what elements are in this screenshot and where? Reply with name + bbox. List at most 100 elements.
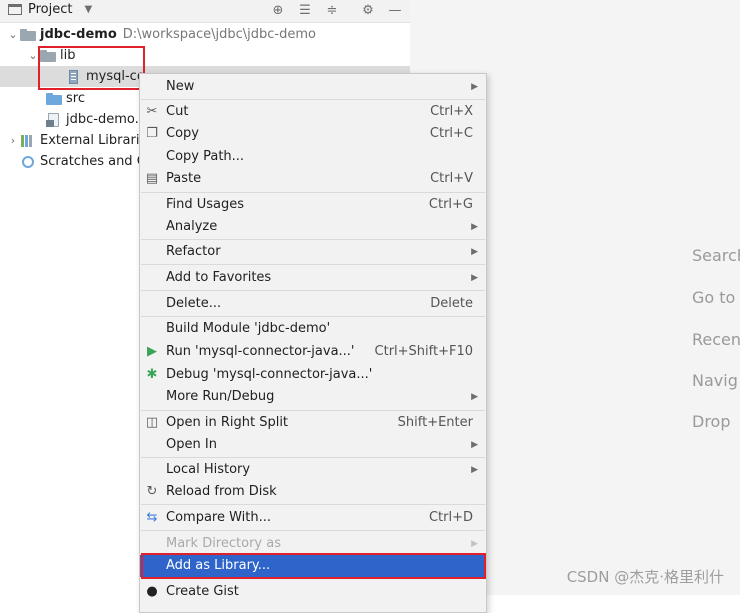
reload-icon: ↻ [146,484,158,499]
menu-item-label: Compare With... [166,510,272,525]
menu-item-build-module[interactable]: Build Module 'jdbc-demo' [140,318,486,340]
split-icon: ◫ [145,415,159,430]
submenu-arrow-icon: ▶ [471,539,478,549]
menu-item-new[interactable]: New ▶ [140,76,486,98]
menu-item-more-run-debug[interactable]: More Run/Debug ▶ [140,386,486,408]
menu-item-label: Add to Favorites [166,270,272,285]
menu-separator [141,316,485,317]
editor-hint: Search [692,246,740,265]
submenu-arrow-icon: ▶ [471,222,478,232]
menu-separator [141,264,485,265]
run-icon: ▶ [147,344,157,359]
project-view-selector[interactable]: Project ▼ [8,2,92,17]
submenu-arrow-icon: ▶ [471,440,478,450]
menu-item-shortcut: Ctrl+C [429,126,473,141]
menu-separator [141,239,485,240]
menu-item-compare-with[interactable]: ⇆ Compare With... Ctrl+D [140,507,486,529]
editor-hint: Go to [692,288,736,307]
minimize-icon[interactable]: — [387,3,403,19]
scissors-icon: ✂ [146,104,158,119]
menu-item-label: Delete... [166,296,222,311]
chevron-right-icon[interactable]: › [6,130,20,151]
menu-item-label: Analyze [166,219,218,234]
annotation-box-add-as-library [141,553,486,579]
menu-separator [141,504,485,505]
menu-item-label: New [166,79,195,94]
menu-item-local-history[interactable]: Local History ▶ [140,459,486,481]
tree-item-src[interactable]: src [46,88,85,109]
tree-item-scratches[interactable]: Scratches and C [20,151,146,172]
menu-item-label: Debug 'mysql-connector-java...' [166,367,373,382]
chevron-down-icon[interactable]: ⌄ [6,24,20,45]
tree-item-label: Scratches and C [40,154,146,169]
menu-item-label: Create Gist [166,584,239,599]
menu-item-analyze[interactable]: Analyze ▶ [140,216,486,238]
editor-hint: Recen [692,330,740,349]
locate-icon[interactable]: ⊕ [270,3,286,19]
menu-item-add-to-favorites[interactable]: Add to Favorites ▶ [140,267,486,289]
compare-icon: ⇆ [146,510,158,525]
menu-item-label: Find Usages [166,197,245,212]
menu-item-shortcut: Delete [430,296,473,311]
module-folder-icon [20,29,36,41]
menu-item-label: Local History [166,462,251,477]
gear-icon[interactable]: ⚙ [360,3,376,19]
menu-item-refactor[interactable]: Refactor ▶ [140,241,486,263]
menu-separator [141,192,485,193]
menu-item-label: Refactor [166,244,221,259]
copy-icon: ❐ [146,126,158,141]
menu-item-label: Run 'mysql-connector-java...' [166,344,355,359]
menu-separator [141,457,485,458]
menu-item-shortcut: Ctrl+V [430,171,473,186]
menu-item-shortcut: Ctrl+G [428,197,473,212]
menu-item-create-gist[interactable]: ● Create Gist [140,581,486,603]
tree-item-iml[interactable]: jdbc-demo. [46,109,139,130]
menu-item-label: Open In [166,437,217,452]
menu-item-shortcut: Ctrl+Shift+F10 [374,344,473,359]
menu-separator [141,290,485,291]
menu-item-delete[interactable]: Delete... Delete [140,293,486,315]
submenu-arrow-icon: ▶ [471,247,478,257]
collapse-all-icon[interactable]: ≑ [324,3,340,19]
tree-item-path: D:\workspace\jdbc\jdbc-demo [122,27,316,42]
submenu-arrow-icon: ▶ [471,392,478,402]
menu-item-copy[interactable]: ❐ Copy Ctrl+C [140,123,486,145]
menu-item-find-usages[interactable]: Find Usages Ctrl+G [140,194,486,216]
submenu-arrow-icon: ▶ [471,465,478,475]
module-file-icon [46,112,62,127]
menu-item-label: Copy Path... [166,149,245,164]
tree-item-label: jdbc-demo. [66,112,139,127]
tree-item-root[interactable]: ⌄ jdbc-demo D:\workspace\jdbc\jdbc-demo [6,24,316,45]
menu-item-run[interactable]: ▶ Run 'mysql-connector-java...' Ctrl+Shi… [140,341,486,363]
menu-item-label: Reload from Disk [166,484,277,499]
chevron-down-icon: ▼ [84,4,93,15]
menu-item-label: Build Module 'jdbc-demo' [166,321,331,336]
menu-item-cut[interactable]: ✂ Cut Ctrl+X [140,101,486,123]
submenu-arrow-icon: ▶ [471,82,478,92]
menu-item-shortcut: Ctrl+D [428,510,473,525]
menu-item-debug[interactable]: ✱ Debug 'mysql-connector-java...' [140,364,486,386]
project-header: Project ▼ ⊕ ☰ ≑ ⚙ — [0,0,410,23]
menu-item-reload-from-disk[interactable]: ↻ Reload from Disk [140,481,486,503]
menu-item-paste[interactable]: ▤ Paste Ctrl+V [140,168,486,190]
tree-item-label: jdbc-demo [40,27,117,42]
menu-separator [141,530,485,531]
menu-item-label: Paste [166,171,202,186]
watermark: CSDN @杰克·格里利什 [566,568,724,586]
libraries-icon [20,134,36,148]
menu-separator [141,410,485,411]
menu-item-label: More Run/Debug [166,389,275,404]
github-icon: ● [146,584,158,599]
annotation-box-lib [38,46,145,90]
menu-item-shortcut: Ctrl+X [430,104,473,119]
scratches-icon [20,155,36,169]
menu-item-label: Open in Right Split [166,415,289,430]
menu-item-copy-path[interactable]: Copy Path... [140,146,486,168]
menu-item-open-right-split[interactable]: ◫ Open in Right Split Shift+Enter [140,412,486,434]
menu-item-label: Mark Directory as [166,536,281,551]
tree-item-external-libraries[interactable]: › External Librari [6,130,140,151]
menu-item-open-in[interactable]: Open In ▶ [140,434,486,456]
menu-item-label: Cut [166,104,189,119]
expand-all-icon[interactable]: ☰ [297,3,313,19]
editor-hint: Navig [692,371,738,390]
